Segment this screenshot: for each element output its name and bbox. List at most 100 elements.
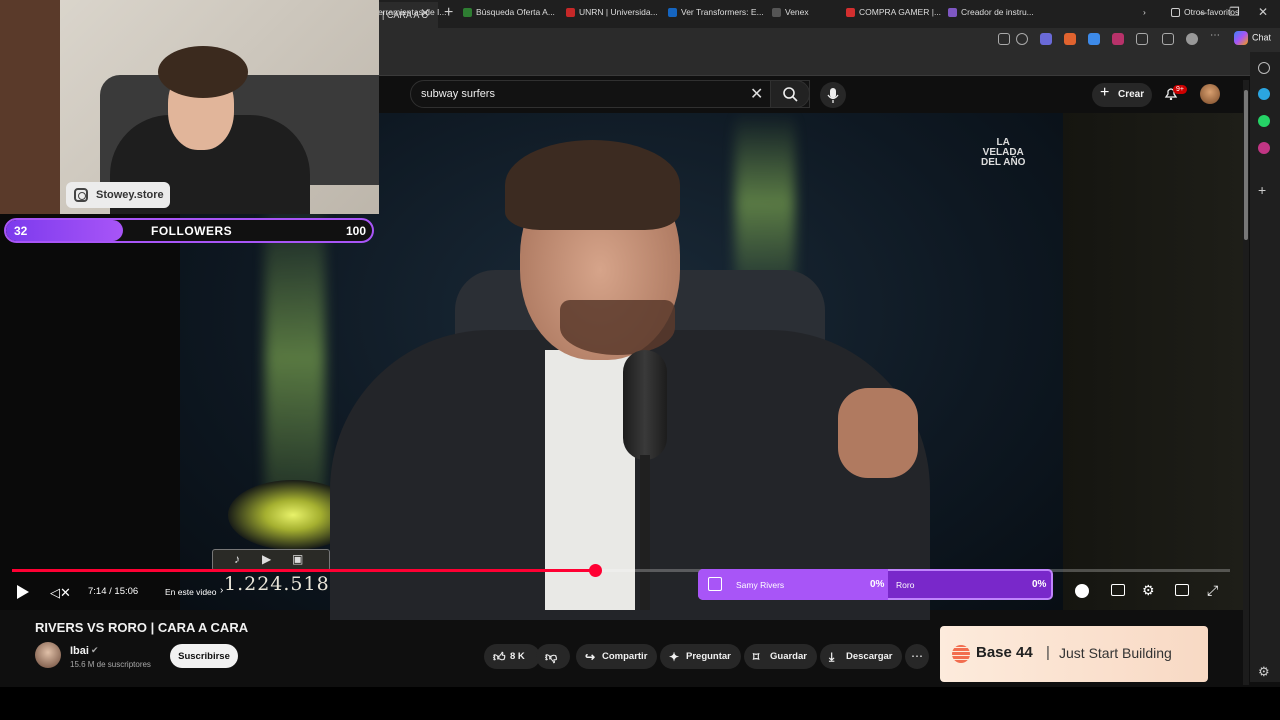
bookmark-item[interactable]: Búsqueda Oferta A... [463, 7, 555, 18]
webcam-door [0, 0, 60, 214]
bookmark-item[interactable]: Creador de instru... [948, 7, 1034, 18]
clear-search-icon[interactable]: ✕ [750, 84, 763, 104]
add-icon[interactable]: + [1258, 183, 1270, 197]
telegram-icon[interactable] [1258, 88, 1270, 100]
base44-logo [952, 645, 970, 663]
fullscreen-icon[interactable]: ⤢ [1207, 582, 1218, 599]
subtitles-icon[interactable] [1111, 584, 1125, 596]
search-query[interactable]: subway surfers [421, 88, 495, 100]
bookmark-item[interactable]: COMPRA GAMER |... [846, 7, 941, 18]
scrollbar-thumb[interactable] [1244, 90, 1248, 240]
bookmark-favicon [566, 8, 575, 18]
video-title: RIVERS VS RORO | CARA A CARA [35, 620, 249, 635]
other-favorites[interactable]: Otros favoritos [1171, 7, 1239, 18]
download-button[interactable]: ⤓ Descargar [820, 644, 903, 669]
progress-scrubber[interactable] [589, 564, 602, 577]
bookmark-favicon [668, 8, 677, 18]
poll-option-2-name: Roro [896, 580, 915, 590]
bookmark-item[interactable]: Ver Transformers: E... [668, 7, 764, 18]
youtube-icon: ▶ [262, 552, 272, 566]
poll-option-1-percent: 0% [870, 579, 885, 590]
poll-option-2-percent: 0% [1032, 579, 1047, 590]
ad-brand: Base 44 [976, 644, 1033, 661]
autoplay-toggle[interactable] [1075, 584, 1089, 598]
instagram-icon[interactable] [1258, 142, 1270, 154]
settings-gear-icon[interactable]: ⚙ [1142, 582, 1155, 599]
bookmarks-overflow-icon[interactable]: › [1143, 7, 1146, 17]
studio-microphone [623, 350, 667, 460]
ad-separator: | [1046, 644, 1050, 661]
subscriber-count: 15.6 M de suscriptores [70, 660, 151, 669]
followers-current: 32 [14, 224, 28, 238]
apps-icon[interactable] [998, 33, 1010, 45]
person-hand [838, 388, 918, 478]
thumbs-up-icon: 👍︎ [493, 650, 506, 664]
sparkle-icon: ✦ [669, 650, 680, 664]
chat-label: Chat [1252, 32, 1272, 43]
close-window-icon[interactable]: ✕ [1258, 5, 1268, 19]
ad-tagline: Just Start Building [1059, 645, 1172, 661]
more-menu-icon[interactable]: ⋯ [1210, 30, 1222, 42]
favorite-star-icon[interactable] [1016, 33, 1028, 45]
poll-option-1-name: Samy Rivers [736, 580, 785, 590]
like-button[interactable]: 👍︎ 8 K [484, 644, 540, 669]
share-button[interactable]: ↪ Compartir [576, 644, 658, 669]
bookmark-item[interactable]: Venex [772, 7, 809, 18]
thumbs-down-icon: 👎︎ [545, 650, 558, 664]
followers-goal: 100 [345, 224, 366, 238]
taskbar-area [0, 687, 1280, 720]
profile-icon[interactable] [1186, 33, 1198, 45]
bookmark-item[interactable]: UNRN | Universida... [566, 7, 658, 18]
subscribe-button[interactable]: Suscribirse [170, 644, 238, 668]
avatar[interactable] [1200, 84, 1220, 104]
ask-button[interactable]: ✦ Preguntar [660, 644, 741, 669]
followers-label: FOLLOWERS [151, 224, 233, 238]
search-icon [783, 87, 798, 102]
microphone-stand [640, 455, 650, 610]
copilot-icon [1234, 31, 1248, 45]
download-icon: ⤓ [829, 650, 835, 664]
whatsapp-icon[interactable] [1258, 115, 1270, 127]
voice-search-button[interactable] [820, 82, 846, 108]
velada-logo: LA VELADA DEL AÑO [981, 137, 1026, 168]
bookmark-favicon [948, 8, 957, 18]
search-button[interactable] [770, 80, 810, 108]
extension-icon[interactable] [1088, 33, 1100, 45]
microphone-icon [827, 88, 839, 103]
theater-mode-icon[interactable] [1175, 584, 1189, 596]
copilot-chat-button[interactable]: Chat [1234, 31, 1271, 45]
poll-option-1-bg [698, 569, 888, 600]
channel-avatar[interactable] [35, 642, 61, 668]
search-icon[interactable] [1258, 62, 1270, 74]
person-beard [560, 300, 675, 355]
notification-badge: 9+ [1173, 85, 1187, 94]
favorites-icon[interactable] [1162, 33, 1174, 45]
tiktok-icon: ♪ [234, 552, 240, 566]
mute-icon[interactable]: ◁✕ [50, 585, 71, 601]
bookmark-favicon [463, 8, 472, 18]
bookmark-item[interactable]: erramientas de I... [378, 7, 447, 17]
play-icon[interactable] [17, 585, 29, 599]
save-button[interactable]: ⌑ Guardar [744, 644, 817, 669]
gear-icon[interactable]: ⚙ [1258, 664, 1270, 680]
more-actions-icon[interactable]: ⋯ [905, 644, 929, 669]
extension-icon[interactable] [1112, 33, 1124, 45]
dislike-button[interactable]: 👎︎ [536, 644, 570, 669]
puzzle-icon[interactable] [1136, 33, 1148, 45]
video-frame-edge [1063, 113, 1244, 610]
webcam-overlay [0, 0, 379, 214]
chevron-right-icon: › [220, 585, 224, 596]
time-display: 7:14 / 15:06 [88, 586, 139, 597]
share-icon: ↪ [585, 650, 596, 664]
extension-icon[interactable] [1064, 33, 1076, 45]
bookmark-icon: ⌑ [753, 650, 760, 664]
progress-played [12, 569, 595, 572]
chapters-button[interactable]: En este video [165, 587, 217, 597]
person-hair [505, 140, 680, 230]
twitch-icon: ▣ [292, 552, 304, 566]
extension-icon[interactable] [1040, 33, 1052, 45]
twitch-icon [708, 577, 722, 591]
plus-icon: + [1100, 84, 1110, 101]
channel-name[interactable]: Ibai [70, 645, 89, 657]
followers-goal-bar: 32 FOLLOWERS 100 [4, 218, 374, 243]
